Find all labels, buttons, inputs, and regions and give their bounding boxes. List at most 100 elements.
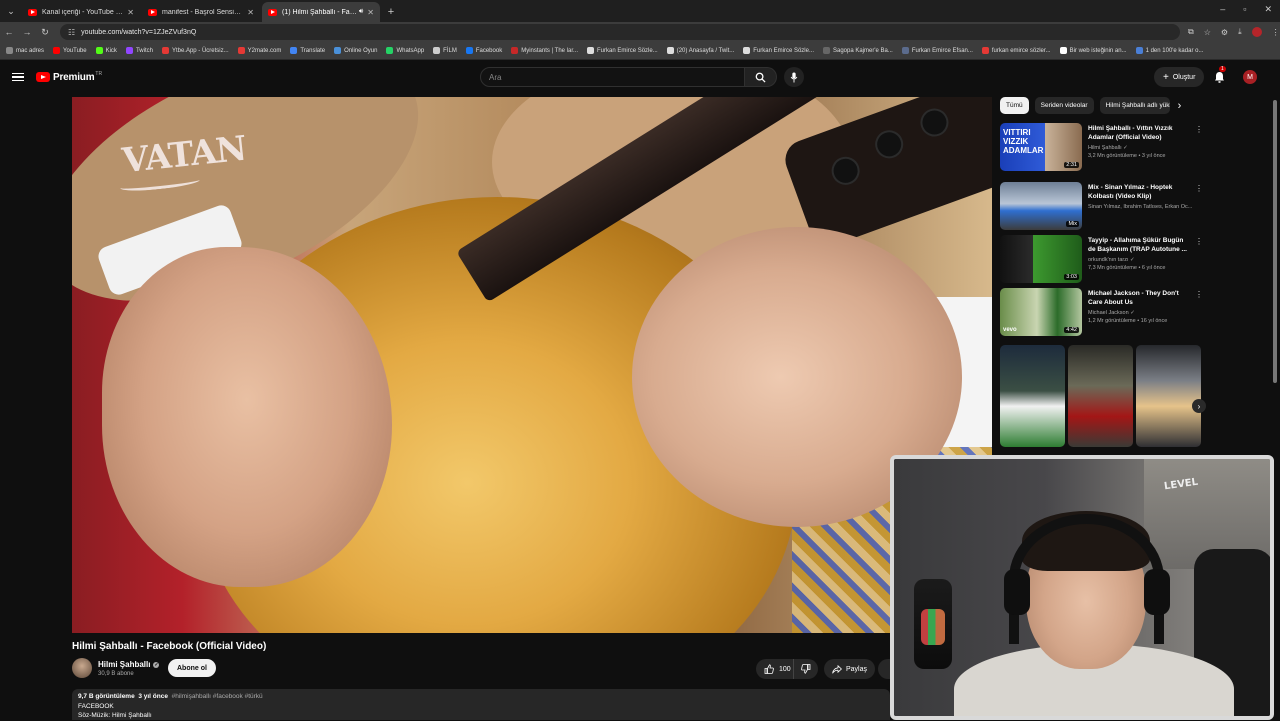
recommendation-item[interactable]: VITTIRI VIZZIK ADAMLAR 2:31 Hilmi Şahbal…	[1000, 123, 1205, 173]
video-player[interactable]: VATAN	[72, 97, 992, 633]
browser-tab[interactable]: manifest - Başrol Sensin | Offici ✕	[142, 2, 260, 22]
rec-channel: Sinan Yılmaz, İbrahim Tatlıses, Erkan Oc…	[1088, 204, 1192, 210]
browser-tab-active[interactable]: (1) Hilmi Şahballı - Facebo 🔊︎ ✕	[262, 2, 380, 22]
tab-label: manifest - Başrol Sensin | Offici	[162, 8, 243, 16]
thumbnail-text: VITTIRI VIZZIK ADAMLAR	[1003, 128, 1044, 155]
microphone-rgb-light	[921, 609, 945, 645]
bookmark-item[interactable]: Sagopa Kajmer'e Ba...	[822, 47, 893, 54]
bookmark-item[interactable]: Y2mate.com	[237, 47, 281, 54]
create-button[interactable]: + Oluştur	[1154, 67, 1205, 87]
account-avatar[interactable]: M	[1243, 70, 1257, 84]
share-arrow-icon	[832, 664, 842, 674]
bookmark-item[interactable]: Translate	[290, 47, 325, 54]
more-actions-icon[interactable]: ⋮	[1195, 237, 1203, 246]
description-box[interactable]: 9,7 B görüntüleme 3 yıl önce #hilmişahba…	[72, 689, 890, 720]
search-input[interactable]: Ara	[480, 67, 745, 87]
bookmark-item[interactable]: Bir web isteğinin an...	[1059, 47, 1127, 54]
site-info-icon[interactable]: ☷	[68, 28, 75, 37]
chevron-right-icon[interactable]: ›	[1178, 100, 1182, 112]
cast-icon[interactable]: ⧉	[1188, 27, 1194, 37]
more-actions-icon[interactable]: ⋮	[1195, 125, 1203, 134]
forward-icon[interactable]: →	[18, 27, 36, 37]
bookmark-item[interactable]: YouTube	[53, 47, 87, 54]
search-button[interactable]	[745, 67, 777, 87]
bookmark-item[interactable]: (20) Anasayfa / Twit...	[666, 47, 734, 54]
bookmark-item[interactable]: Furkan Emirce Efsan...	[901, 47, 973, 54]
channel-row: Hilmi Şahballı ✓ 30,9 B abone Abone ol 1…	[72, 658, 892, 682]
close-tab-icon[interactable]: ✕	[247, 8, 254, 17]
extensions-icon[interactable]: ⚙	[1221, 28, 1228, 37]
download-icon[interactable]: ⤓	[1238, 27, 1242, 37]
more-actions-icon[interactable]: ⋮	[1195, 290, 1203, 299]
bookmark-item[interactable]: furkan emirce sözler...	[981, 47, 1051, 54]
youtube-premium-logo[interactable]: Premium TR	[36, 71, 102, 83]
bookmark-item[interactable]: WhatsApp	[386, 47, 424, 54]
video-thumbnail[interactable]: Mix	[1000, 182, 1082, 230]
voice-search-button[interactable]	[784, 67, 804, 87]
short-thumbnail[interactable]	[1136, 345, 1201, 447]
video-duration: 3:03	[1064, 274, 1079, 280]
bookmark-item[interactable]: mac adres	[6, 47, 44, 54]
close-tab-icon[interactable]: ✕	[367, 8, 374, 17]
recommendation-item[interactable]: Mix Mix - Sinan Yılmaz - Hoptek Kolbastı…	[1000, 182, 1205, 232]
tab-label: (1) Hilmi Şahballı - Facebo	[282, 8, 357, 16]
recommendation-item[interactable]: vevo 4:42 Michael Jackson - They Don't C…	[1000, 288, 1205, 338]
chip-series[interactable]: Seriden videolar	[1034, 97, 1094, 114]
subscribe-button[interactable]: Abone ol	[168, 659, 216, 677]
minimize-icon[interactable]: –	[1220, 4, 1225, 15]
bookmark-item[interactable]: FİLM	[433, 47, 457, 54]
profile-avatar[interactable]	[1251, 27, 1262, 37]
close-window-icon[interactable]: ✕	[1264, 4, 1272, 15]
bookmark-label: Furkan Emirce Sözle...	[597, 47, 658, 54]
bookmark-star-icon[interactable]: ☆	[1204, 28, 1211, 37]
bookmark-item[interactable]: Online Oyun	[334, 47, 377, 54]
bookmark-item[interactable]: Kick	[95, 47, 117, 54]
bookmark-item[interactable]: Facebook	[465, 47, 502, 54]
youtube-masthead: Premium TR Ara + Oluştur 1 M	[0, 60, 1280, 94]
description-meta: 9,7 B görüntüleme 3 yıl önce #hilmişahba…	[78, 692, 884, 702]
dislike-button[interactable]	[794, 659, 818, 679]
video-thumbnail[interactable]: 3:03	[1000, 235, 1082, 283]
more-actions-icon[interactable]: ⋮	[1195, 184, 1203, 193]
short-thumbnail[interactable]	[1068, 345, 1133, 447]
menu-kebab-icon[interactable]: ⋮	[1272, 28, 1280, 37]
rec-meta: 3,2 Mn görüntüleme • 3 yıl önce	[1088, 153, 1166, 159]
reload-icon[interactable]: ↻	[36, 27, 54, 38]
bookmark-item[interactable]: Furkan Emirce Sözle...	[743, 47, 814, 54]
audio-playing-icon[interactable]: 🔊︎	[359, 8, 363, 16]
address-bar: ← → ↻ ☷ youtube.com/watch?v=1ZJeZVuf3nQ …	[0, 22, 1280, 42]
url-field[interactable]: ☷ youtube.com/watch?v=1ZJeZVuf3nQ	[60, 24, 1180, 40]
back-icon[interactable]: ←	[0, 27, 18, 37]
notifications-button[interactable]: 1	[1214, 66, 1226, 88]
bookmark-item[interactable]: Myinstants | The lar...	[511, 47, 578, 54]
bookmark-item[interactable]: 1 den 100'e kadar o...	[1135, 47, 1203, 54]
channel-name-wrap[interactable]: Hilmi Şahballı ✓	[98, 660, 160, 669]
close-tab-icon[interactable]: ✕	[127, 8, 134, 17]
recommendation-item[interactable]: 3:03 Tayyip - Allahıma Şükür Bugün de Ba…	[1000, 235, 1205, 285]
channel-name[interactable]: Hilmi Şahballı	[98, 660, 150, 669]
hashtags[interactable]: #hilmişahballı #facebook #türkü	[172, 693, 263, 700]
search-icon	[755, 72, 766, 83]
chip-all[interactable]: Tümü	[1000, 97, 1029, 114]
browser-tab[interactable]: Kanal içeriği - YouTube Studio ✕	[22, 2, 140, 22]
bookmark-favicon-icon	[587, 47, 595, 54]
channel-avatar[interactable]	[72, 658, 92, 678]
maximize-icon[interactable]: ▫	[1243, 4, 1246, 15]
chip-uploader[interactable]: Hilmi Şahballı adlı yükleyiciden	[1099, 97, 1170, 114]
new-tab-icon[interactable]: +	[382, 2, 400, 22]
share-button[interactable]: Paylaş	[824, 659, 876, 679]
hamburger-menu-icon[interactable]	[12, 72, 24, 82]
chevron-right-icon[interactable]: ›	[1192, 399, 1206, 413]
bookmark-item[interactable]: Twitch	[125, 47, 153, 54]
bookmark-item[interactable]: Furkan Emirce Sözle...	[587, 47, 658, 54]
verified-check-icon: ✓	[1123, 145, 1128, 151]
bookmark-favicon-icon	[901, 47, 909, 54]
like-button[interactable]: 100	[756, 659, 794, 679]
tab-search-icon[interactable]: ⌄	[0, 0, 22, 22]
video-thumbnail[interactable]: vevo 4:42	[1000, 288, 1082, 336]
short-thumbnail[interactable]	[1000, 345, 1065, 447]
bookmark-item[interactable]: Ytbe.App - Ücretsiz...	[161, 47, 229, 54]
like-dislike-group: 100	[756, 659, 818, 679]
video-thumbnail[interactable]: VITTIRI VIZZIK ADAMLAR 2:31	[1000, 123, 1082, 171]
page-scrollbar[interactable]	[1273, 100, 1277, 383]
